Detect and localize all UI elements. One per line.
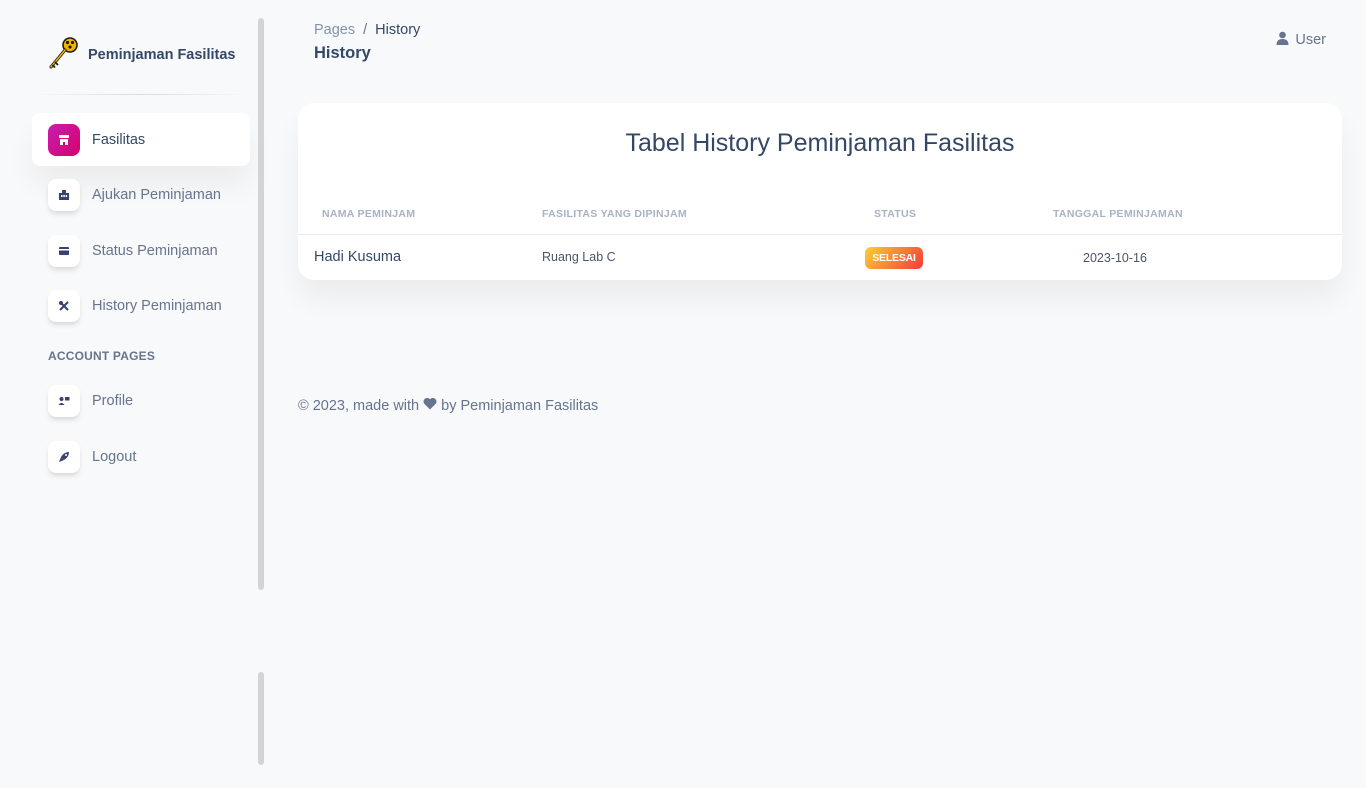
- sidebar-scrollbar[interactable]: [258, 18, 264, 590]
- credit-card-icon: [48, 234, 80, 267]
- footer: © 2023, made with by Peminjaman Fasilita…: [298, 397, 598, 414]
- brand-name: Peminjaman Fasilitas: [88, 47, 236, 63]
- sidebar-item-profile[interactable]: Profile: [32, 374, 250, 427]
- column-header-status: STATUS: [874, 208, 917, 220]
- page-title: History: [314, 44, 371, 62]
- section-title-account-pages: ACCOUNT PAGES: [48, 349, 156, 363]
- sidebar: Peminjaman Fasilitas Fasilitas Ajukan Pe…: [0, 0, 265, 788]
- sidebar-item-label: History Peminjaman: [92, 297, 222, 314]
- sidebar-item-label: Fasilitas: [92, 131, 146, 148]
- office-building-icon: [48, 178, 80, 211]
- brand-logo-link[interactable]: Peminjaman Fasilitas: [48, 36, 236, 75]
- heart-icon: [423, 397, 437, 414]
- breadcrumb: Pages / History: [314, 22, 420, 38]
- breadcrumb-separator: /: [363, 22, 368, 38]
- status-badge: SELESAI: [865, 247, 923, 269]
- cell-tanggal: 2023-10-16: [1083, 251, 1147, 265]
- sidebar-item-ajukan-peminjaman[interactable]: Ajukan Peminjaman: [32, 168, 250, 221]
- footer-credit-link[interactable]: by Peminjaman Fasilitas: [441, 398, 598, 414]
- sidebar-divider: [32, 94, 250, 95]
- table-header-divider: [298, 234, 1342, 235]
- history-table-card: Tabel History Peminjaman Fasilitas NAMA …: [298, 103, 1342, 280]
- key-icon: [48, 36, 80, 75]
- sidebar-item-label: Ajukan Peminjaman: [92, 186, 221, 203]
- cell-nama-peminjam: Hadi Kusuma: [314, 249, 402, 265]
- rocket-icon: [48, 440, 80, 473]
- user-menu-link[interactable]: User: [1276, 31, 1326, 49]
- table-title: Tabel History Peminjaman Fasilitas: [625, 129, 1015, 157]
- footer-copyright: © 2023, made with: [298, 397, 420, 414]
- column-header-nama-peminjam: NAMA PEMINJAM: [322, 208, 416, 220]
- sidebar-item-label: Profile: [92, 392, 134, 409]
- sidebar-item-logout[interactable]: Logout: [32, 430, 250, 483]
- user-icon: [1276, 31, 1289, 49]
- cell-fasilitas: Ruang Lab C: [542, 250, 616, 264]
- sidebar-item-label: Logout: [92, 448, 137, 465]
- sidebar-item-status-peminjaman[interactable]: Status Peminjaman: [32, 224, 250, 277]
- sidebar-item-history-peminjaman[interactable]: History Peminjaman: [32, 279, 250, 332]
- shop-icon: [48, 123, 80, 156]
- sidebar-item-label: Status Peminjaman: [92, 242, 218, 259]
- sidebar-item-fasilitas[interactable]: Fasilitas: [32, 113, 250, 166]
- settings-tools-icon: [48, 289, 80, 322]
- user-card-icon: [48, 384, 80, 417]
- user-label: User: [1295, 32, 1326, 48]
- column-header-fasilitas: FASILITAS YANG DIPINJAM: [542, 208, 687, 220]
- breadcrumb-current: History: [375, 22, 421, 38]
- breadcrumb-pages-link[interactable]: Pages: [314, 22, 355, 38]
- column-header-tanggal: TANGGAL PEMINJAMAN: [1053, 208, 1183, 220]
- sidebar-scrollbar-lower[interactable]: [258, 672, 264, 765]
